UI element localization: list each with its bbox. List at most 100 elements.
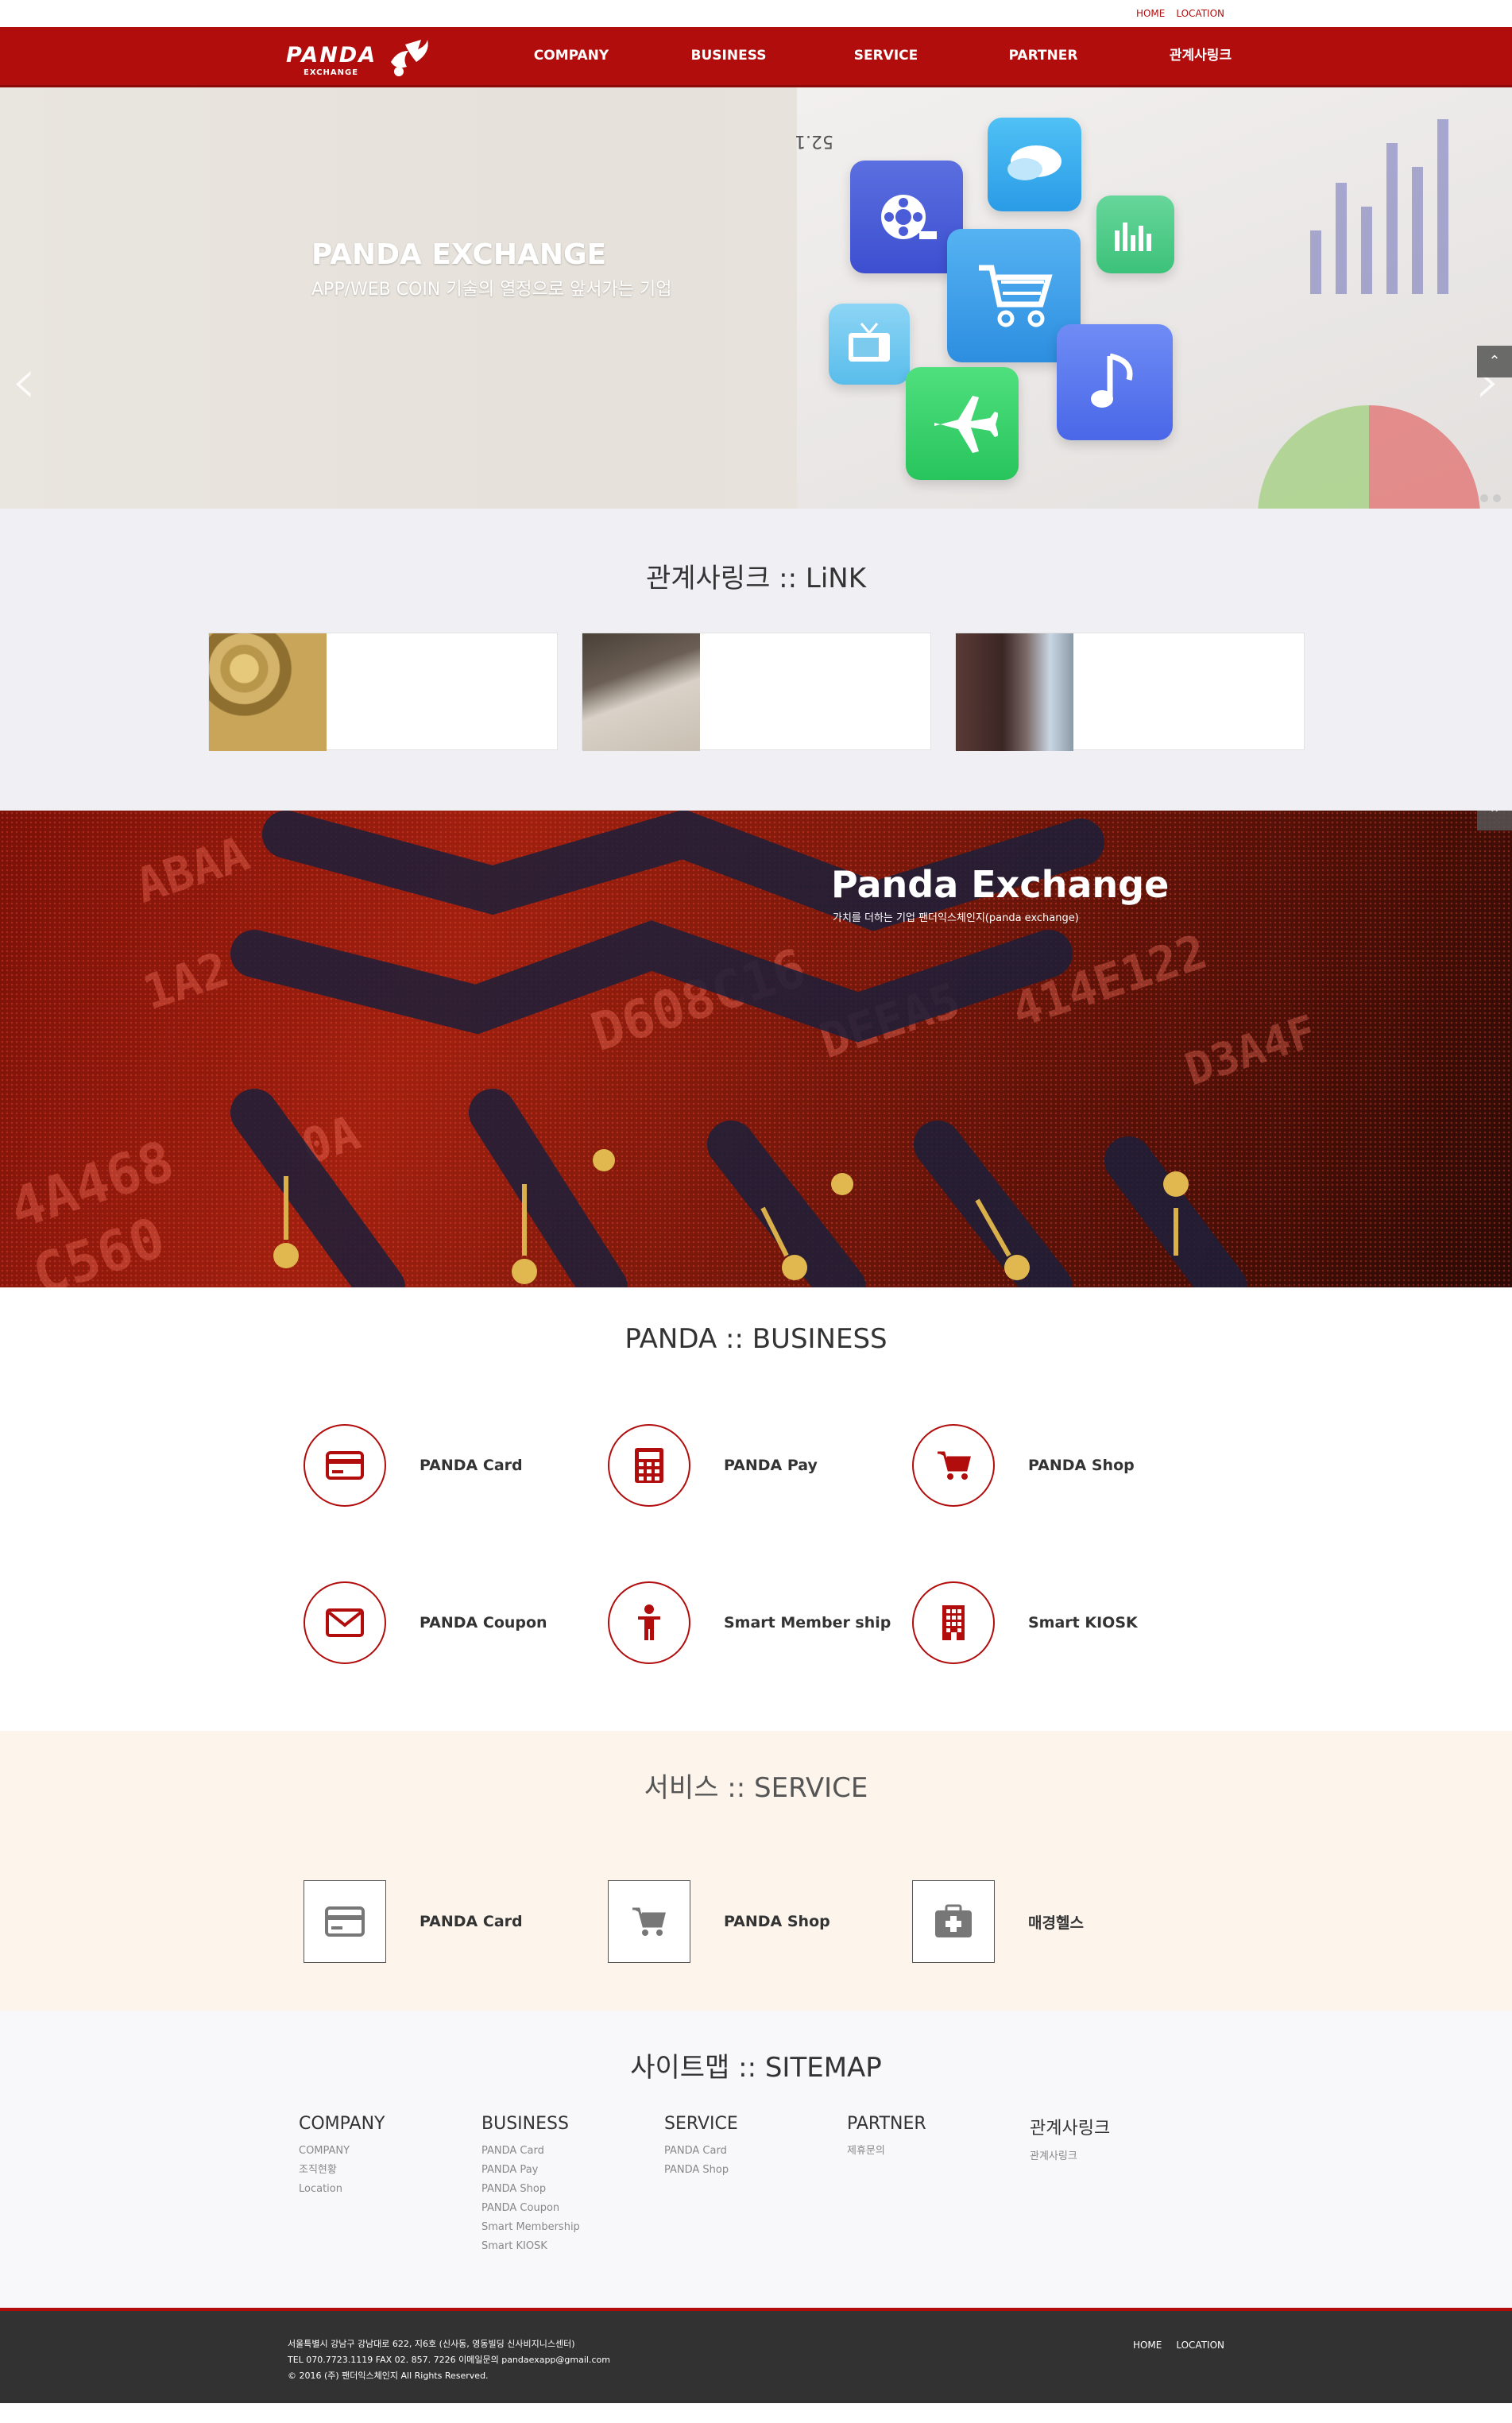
sitemap-link[interactable]: PANDA Pay [481, 2161, 580, 2180]
footer-home-link[interactable]: HOME [1133, 2340, 1162, 2351]
sitemap-link[interactable]: PANDA Card [481, 2142, 580, 2161]
airplane-app-icon [906, 367, 1019, 480]
sitemap-column-service: SERVICE PANDA Card PANDA Shop [664, 2114, 738, 2180]
footer-address: 서울특별시 강남구 강남대로 622, 지6호 (신사동, 영동빌딩 신사비지니… [288, 2339, 575, 2349]
page: HOME LOCATION PANDA EXCHANGE COMPANY BUS… [0, 0, 1512, 2423]
service-item-label: PANDA Shop [724, 1913, 830, 1930]
business-item-card[interactable]: PANDA Card [304, 1424, 523, 1507]
business-item-label: Smart Member ship [724, 1614, 891, 1631]
smartphone-image [956, 633, 1073, 751]
sitemap-heading[interactable]: 관계사링크 [1030, 2114, 1110, 2139]
location-link[interactable]: LOCATION [1176, 8, 1224, 19]
affiliate-link-section: 관계사링크 :: LiNK [0, 509, 1512, 811]
medical-kit-icon [912, 1880, 995, 1963]
hero-paper-number: 52.1 [795, 131, 833, 151]
home-link[interactable]: HOME [1136, 8, 1165, 19]
sitemap-heading[interactable]: BUSINESS [481, 2114, 580, 2134]
service-item-shop[interactable]: PANDA Shop [608, 1880, 830, 1963]
main-nav: PANDA EXCHANGE COMPANY BUSINESS SERVICE … [0, 27, 1512, 87]
coins-image [209, 633, 327, 751]
sitemap-link[interactable]: 조직현황 [299, 2161, 385, 2180]
footer: 서울특별시 강남구 강남대로 622, 지6호 (신사동, 영동빌딩 신사비지니… [0, 2308, 1512, 2403]
hero-prev-arrow[interactable]: ‹ [11, 350, 37, 413]
sitemap-link[interactable]: Smart Membership [481, 2218, 580, 2237]
calculator-icon [608, 1424, 690, 1507]
business-item-coupon[interactable]: PANDA Coupon [304, 1581, 547, 1664]
nav-item-business[interactable]: BUSINESS [650, 27, 807, 84]
sitemap-section: 사이트맵 :: SITEMAP COMPANY COMPANY 조직현황 Loc… [0, 2011, 1512, 2308]
equalizer-app-icon [1096, 195, 1174, 273]
sitemap-heading[interactable]: PARTNER [847, 2114, 926, 2134]
nav-menu: COMPANY BUSINESS SERVICE PARTNER 관계사링크 [493, 27, 1279, 84]
sitemap-link[interactable]: PANDA Card [664, 2142, 738, 2161]
sitemap-link[interactable]: Smart KIOSK [481, 2237, 580, 2256]
footer-info: 서울특별시 강남구 강남대로 622, 지6호 (신사동, 영동빌딩 신사비지니… [288, 2336, 610, 2384]
nav-item-service[interactable]: SERVICE [807, 27, 965, 84]
hero-subtitle: APP/WEB COIN 기술의 열정으로 앞서가는 기업 [311, 280, 672, 300]
envelope-icon [304, 1581, 386, 1664]
desk-image [582, 633, 700, 751]
circuit-graphic [230, 811, 1247, 1287]
credit-card-icon [304, 1880, 386, 1963]
logo-subtext: EXCHANGE [304, 68, 359, 77]
footer-contact: TEL 070.7723.1119 FAX 02. 857. 7226 이메일문… [288, 2355, 610, 2365]
video-app-icon [850, 161, 963, 273]
service-section: 서비스 :: SERVICE PANDA Card PANDA Shop 매경헬… [0, 1731, 1512, 2011]
link-section-title: 관계사링크 :: LiNK [645, 563, 867, 594]
footer-location-link[interactable]: LOCATION [1176, 2340, 1224, 2351]
business-section-title: PANDA :: BUSINESS [625, 1323, 887, 1355]
cart-icon [608, 1880, 690, 1963]
cart-icon [912, 1424, 995, 1507]
service-item-card[interactable]: PANDA Card [304, 1880, 523, 1963]
sitemap-title: 사이트맵 :: SITEMAP [630, 2052, 882, 2084]
sitemap-column-affiliates: 관계사링크 관계사링크 [1030, 2114, 1110, 2166]
tv-app-icon [829, 304, 910, 385]
service-item-label: PANDA Card [420, 1913, 523, 1930]
business-item-shop[interactable]: PANDA Shop [912, 1424, 1135, 1507]
sitemap-link[interactable]: Location [299, 2180, 385, 2199]
business-item-kiosk[interactable]: Smart KIOSK [912, 1581, 1138, 1664]
business-item-pay[interactable]: PANDA Pay [608, 1424, 818, 1507]
affiliate-card-3[interactable] [955, 633, 1305, 751]
business-item-label: Smart KIOSK [1028, 1614, 1138, 1631]
service-item-health[interactable]: 매경헬스 [912, 1880, 1084, 1963]
service-item-label: 매경헬스 [1028, 1914, 1084, 1932]
business-item-membership[interactable]: Smart Member ship [608, 1581, 891, 1664]
hero-slider: 52.1 PANDA EXCHANGE APP/WEB COIN 기술의 열정으… [0, 87, 1512, 509]
circuit-banner: ABAA 4A468 C560 D608C16 DEEA5 414E122 D3… [0, 811, 1512, 1287]
utility-bar: HOME LOCATION [0, 0, 1512, 27]
sitemap-link[interactable]: 관계사링크 [1030, 2147, 1110, 2166]
footer-copyright: © 2016 (주) 팬더익스체인지 All Rights Reserved. [288, 2371, 489, 2381]
hero-title: PANDA EXCHANGE [311, 238, 607, 271]
sitemap-column-business: BUSINESS PANDA Card PANDA Pay PANDA Shop… [481, 2114, 580, 2256]
hero-bar-graphic [1310, 119, 1448, 294]
affiliate-card-2[interactable] [582, 633, 931, 751]
logo[interactable]: PANDA EXCHANGE [286, 38, 437, 78]
slider-dots [1480, 494, 1501, 502]
sitemap-heading[interactable]: SERVICE [664, 2114, 738, 2134]
sitemap-link[interactable]: PANDA Shop [664, 2161, 738, 2180]
business-item-label: PANDA Card [420, 1457, 523, 1474]
business-item-label: PANDA Shop [1028, 1457, 1135, 1474]
nav-item-partner[interactable]: PARTNER [965, 27, 1122, 84]
scroll-top-button[interactable]: ⌃ [1477, 346, 1512, 377]
music-app-icon [1057, 324, 1173, 440]
sitemap-heading[interactable]: COMPANY [299, 2114, 385, 2134]
service-section-title: 서비스 :: SERVICE [644, 1772, 868, 1804]
slider-dot-2[interactable] [1493, 494, 1501, 502]
utility-links: HOME LOCATION [1136, 8, 1224, 19]
sitemap-link[interactable]: 제휴문의 [847, 2142, 926, 2161]
slider-dot-1[interactable] [1480, 494, 1488, 502]
affiliate-card-1[interactable] [208, 633, 558, 751]
banner-title: Panda Exchange [831, 863, 1170, 906]
person-icon [608, 1581, 690, 1664]
chat-app-icon [988, 118, 1081, 211]
panda-logo-icon [391, 40, 428, 76]
sitemap-link[interactable]: PANDA Shop [481, 2180, 580, 2199]
sitemap-link[interactable]: COMPANY [299, 2142, 385, 2161]
nav-item-company[interactable]: COMPANY [493, 27, 650, 84]
building-icon [912, 1581, 995, 1664]
nav-item-affiliates[interactable]: 관계사링크 [1122, 27, 1279, 84]
sitemap-link[interactable]: PANDA Coupon [481, 2199, 580, 2218]
scroll-top-button-2[interactable]: ⌃ [1477, 811, 1512, 830]
